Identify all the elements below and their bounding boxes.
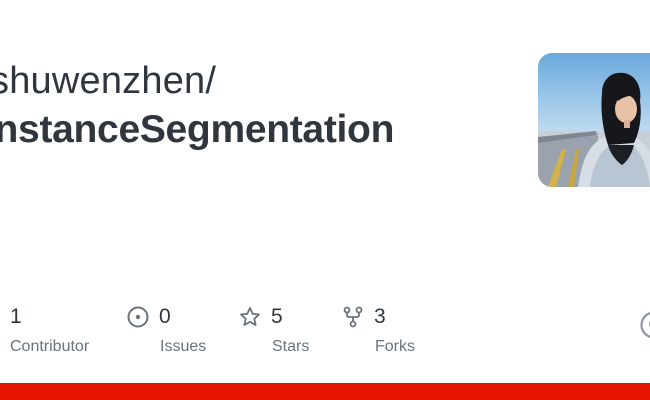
issues-count: 0: [159, 305, 171, 328]
avatar[interactable]: [538, 53, 650, 187]
star-icon: [239, 306, 261, 328]
forks-label: Forks: [375, 338, 415, 355]
contributors-count: 1: [10, 305, 22, 328]
stat-contributors[interactable]: 1 Contributor: [10, 304, 89, 356]
stat-issues[interactable]: 0 Issues: [127, 304, 206, 356]
repo-forked-icon: [342, 306, 364, 328]
repo-social-card: shuwenzhen/ InstanceSegmentation 1 Contr…: [0, 0, 650, 400]
forks-count: 3: [374, 305, 386, 328]
stars-label: Stars: [272, 338, 310, 355]
stat-forks[interactable]: 3 Forks: [342, 304, 415, 356]
stars-count: 5: [271, 305, 283, 328]
stat-stars[interactable]: 5 Stars: [239, 304, 309, 356]
contributors-label: Contributor: [10, 338, 90, 355]
issues-label: Issues: [160, 338, 207, 355]
repo-owner[interactable]: shuwenzhen/: [0, 58, 216, 104]
language-bar: [0, 383, 650, 400]
github-logo-icon: [640, 311, 650, 339]
repo-name[interactable]: InstanceSegmentation: [0, 106, 394, 154]
issue-opened-icon: [127, 306, 149, 328]
